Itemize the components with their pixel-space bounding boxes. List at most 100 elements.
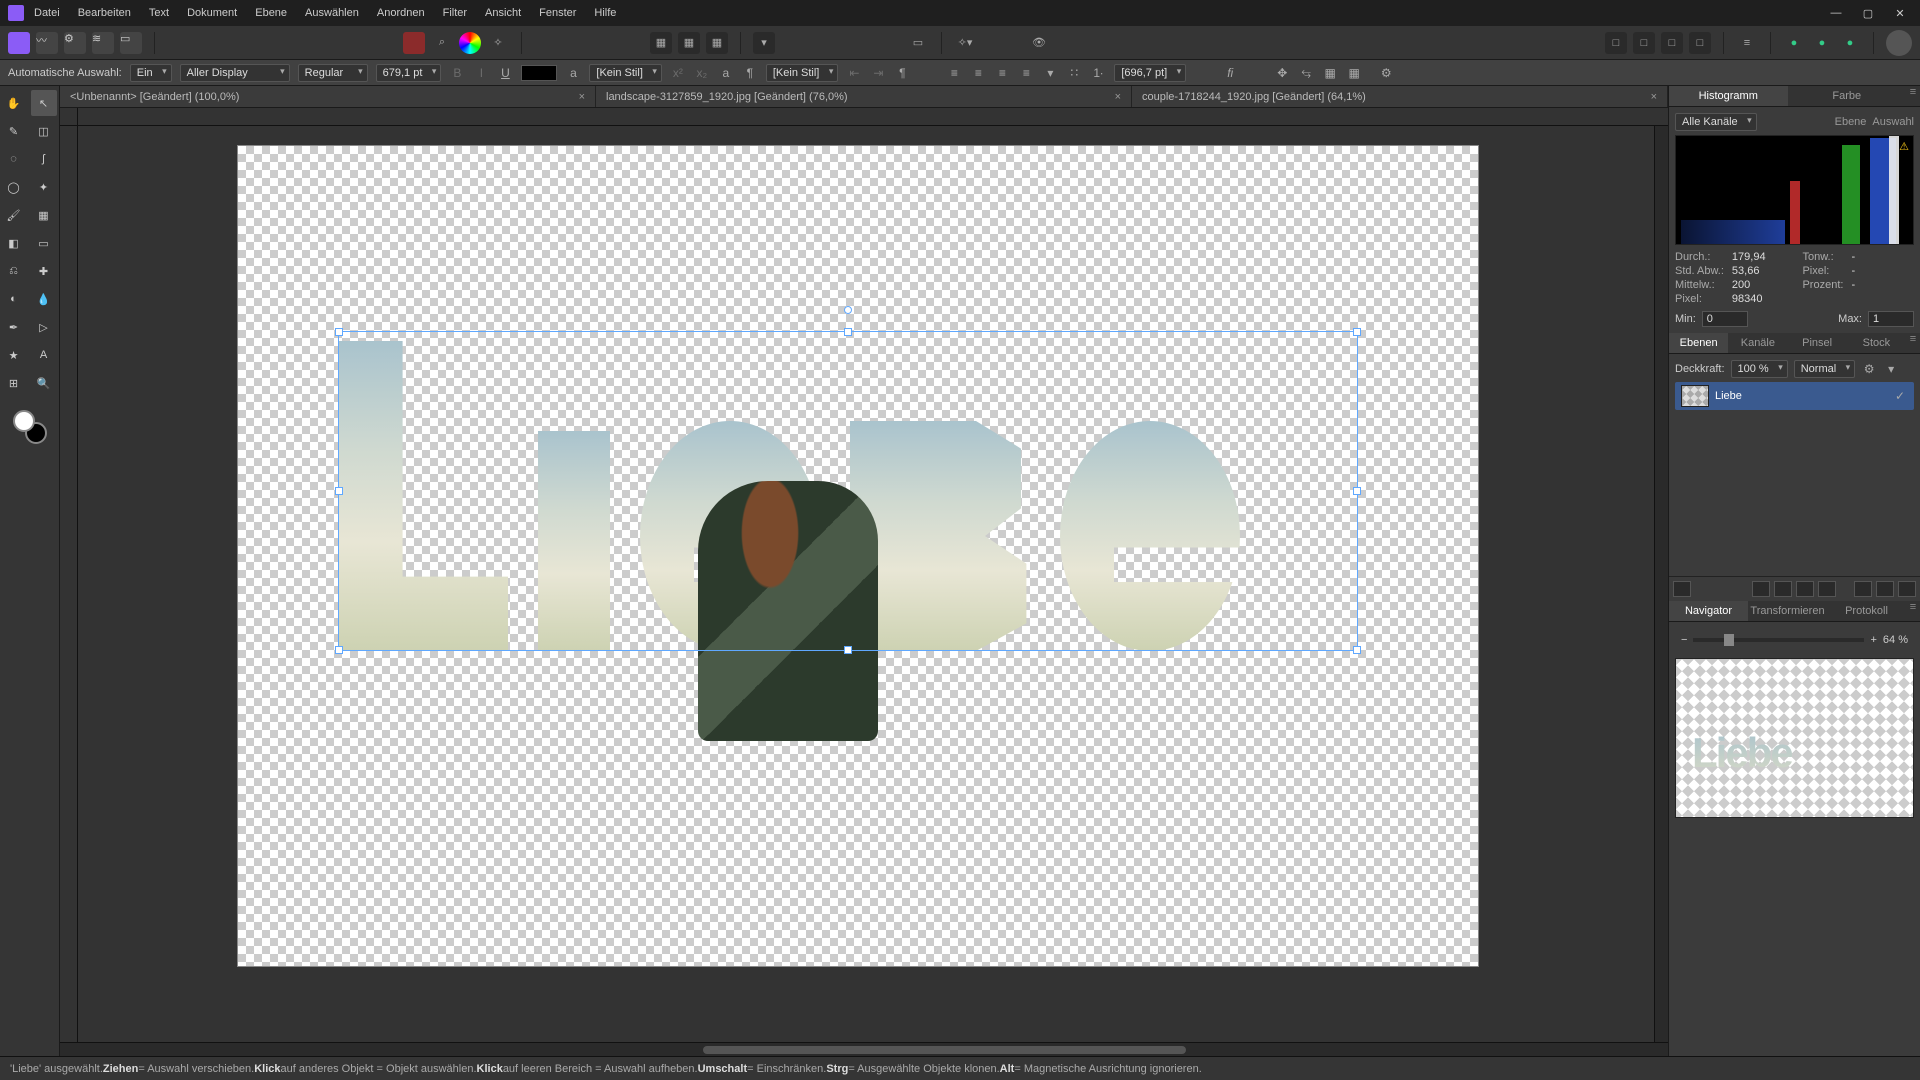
lock-icon[interactable]: ⥃ — [1298, 65, 1314, 81]
handle-se[interactable] — [1353, 646, 1361, 654]
channel-dropdown[interactable]: Alle Kanäle — [1675, 113, 1757, 131]
sync3-icon[interactable]: ● — [1839, 32, 1861, 54]
wand-icon[interactable]: ✧ — [487, 32, 509, 54]
tab-histogramm[interactable]: Histogramm — [1669, 86, 1788, 106]
color-wheel-icon[interactable] — [459, 32, 481, 54]
eyedropper-icon[interactable]: ⌕ — [431, 32, 453, 54]
font-weight-dropdown[interactable]: Regular — [298, 64, 368, 82]
font-size-field[interactable]: 679,1 pt — [376, 64, 442, 82]
lt-search-icon[interactable] — [1673, 581, 1691, 597]
indent-l-icon[interactable]: ⇤ — [846, 65, 862, 81]
swatch-icon[interactable] — [403, 32, 425, 54]
account-avatar[interactable] — [1886, 30, 1912, 56]
settings-icon[interactable]: ⚙ — [1378, 65, 1394, 81]
tab-0[interactable]: <Unbenannt> [Geändert] (100,0%)× — [60, 86, 596, 107]
list-bullet-icon[interactable]: ∷ — [1066, 65, 1082, 81]
lt-mask-icon[interactable] — [1752, 581, 1770, 597]
arrange-dropdown-icon[interactable]: ▾ — [753, 32, 775, 54]
lasso-tool-icon[interactable]: ʃ — [31, 146, 57, 172]
shape-tool-icon[interactable]: ★ — [1, 342, 27, 368]
menu-ansicht[interactable]: Ansicht — [485, 7, 521, 19]
eraser-tool-icon[interactable]: ▭ — [31, 230, 57, 256]
lt-group-icon[interactable] — [1854, 581, 1872, 597]
persona-develop-icon[interactable]: ⚙ — [64, 32, 86, 54]
menu-filter[interactable]: Filter — [443, 7, 467, 19]
font-family-dropdown[interactable]: Aller Display — [180, 64, 290, 82]
node-tool-icon[interactable]: ▷ — [31, 314, 57, 340]
minimize-button[interactable]: — — [1824, 4, 1848, 22]
sync2-icon[interactable]: ● — [1811, 32, 1833, 54]
max-field[interactable] — [1868, 311, 1914, 327]
align-center-icon[interactable]: ≡ — [970, 65, 986, 81]
assist-dropdown-icon[interactable]: ✧▾ — [954, 32, 976, 54]
handle-nw[interactable] — [335, 328, 343, 336]
menu-hilfe[interactable]: Hilfe — [594, 7, 616, 19]
tab-2[interactable]: couple-1718244_1920.jpg [Geändert] (64,1… — [1132, 86, 1668, 107]
pen-tool-icon[interactable]: ✒ — [1, 314, 27, 340]
list-number-icon[interactable]: 1∙ — [1090, 65, 1106, 81]
crop-tool-icon[interactable]: ◫ — [31, 118, 57, 144]
menu-text[interactable]: Text — [149, 7, 169, 19]
underline-icon[interactable]: U — [497, 65, 513, 81]
handle-s[interactable] — [844, 646, 852, 654]
persona-photo-icon[interactable] — [8, 32, 30, 54]
preview-icon[interactable]: 👁 — [1028, 32, 1050, 54]
zoom-thumb[interactable] — [1724, 634, 1734, 646]
tab-2-close-icon[interactable]: × — [1651, 91, 1657, 103]
color-wells[interactable] — [13, 410, 47, 444]
align-icon[interactable]: ≡ — [1736, 32, 1758, 54]
sync1-icon[interactable]: ● — [1783, 32, 1805, 54]
tab-1-close-icon[interactable]: × — [1115, 91, 1121, 103]
menu-anordnen[interactable]: Anordnen — [377, 7, 425, 19]
align-more-icon[interactable]: ▾ — [1042, 65, 1058, 81]
cloud2-icon[interactable]: □ — [1633, 32, 1655, 54]
scrollbar-vertical[interactable] — [1654, 126, 1668, 1042]
menu-dokument[interactable]: Dokument — [187, 7, 237, 19]
lt-add-icon[interactable] — [1876, 581, 1894, 597]
nav-menu-icon[interactable]: ≡ — [1906, 601, 1920, 621]
ruler-horizontal[interactable] — [78, 108, 1668, 126]
pilcrow-icon[interactable]: ¶ — [894, 65, 910, 81]
tab-navigator[interactable]: Navigator — [1669, 601, 1748, 621]
maximize-button[interactable]: ▢ — [1856, 4, 1880, 22]
ruler-vertical[interactable] — [60, 126, 78, 1042]
menu-fenster[interactable]: Fenster — [539, 7, 576, 19]
menu-datei[interactable]: Datei — [34, 7, 60, 19]
gradient-tool-icon[interactable]: ◧ — [1, 230, 27, 256]
zoom-value[interactable]: 64 % — [1883, 634, 1908, 646]
transform-icon[interactable]: ✥ — [1274, 65, 1290, 81]
layers-menu-icon[interactable]: ≡ — [1906, 333, 1920, 353]
min-field[interactable] — [1702, 311, 1748, 327]
tab-0-close-icon[interactable]: × — [579, 91, 585, 103]
mode-ebene[interactable]: Ebene — [1835, 116, 1867, 128]
sup-icon[interactable]: x² — [670, 65, 686, 81]
bold-icon[interactable]: B — [449, 65, 465, 81]
cloud4-icon[interactable]: □ — [1689, 32, 1711, 54]
tab-transformieren[interactable]: Transformieren — [1748, 601, 1827, 621]
blend-dropdown[interactable]: Normal — [1794, 360, 1855, 378]
layer-visible-icon[interactable]: ✓ — [1892, 388, 1908, 404]
mesh-tool-icon[interactable]: ⊞ — [1, 370, 27, 396]
lt-fx-icon[interactable] — [1796, 581, 1814, 597]
scroll-thumb[interactable] — [703, 1046, 1185, 1054]
heal-tool-icon[interactable]: ✚ — [31, 258, 57, 284]
rotate-handle[interactable] — [844, 306, 852, 314]
persona-tone-icon[interactable]: ≋ — [92, 32, 114, 54]
menu-ebene[interactable]: Ebene — [255, 7, 287, 19]
cloud1-icon[interactable]: □ — [1605, 32, 1627, 54]
hand-tool-icon[interactable]: ✋ — [1, 90, 27, 116]
tab-stock[interactable]: Stock — [1847, 333, 1906, 353]
autoselect-dropdown[interactable]: Ein — [130, 64, 172, 82]
indent-r-icon[interactable]: ⇥ — [870, 65, 886, 81]
sub-icon[interactable]: x₂ — [694, 65, 710, 81]
zoom-slider[interactable] — [1693, 638, 1864, 642]
text-color-swatch[interactable] — [521, 65, 557, 81]
italic-icon[interactable]: I — [473, 65, 489, 81]
para-style-dropdown[interactable]: [Kein Stil] — [766, 64, 838, 82]
text-tool-icon[interactable]: A — [31, 342, 57, 368]
ligature-icon[interactable]: fi — [1222, 65, 1238, 81]
lt-delete-icon[interactable] — [1898, 581, 1916, 597]
clone-tool-icon[interactable]: ⎌ — [1, 258, 27, 284]
align-left-icon[interactable]: ≡ — [946, 65, 962, 81]
grid3-icon[interactable]: ▦ — [706, 32, 728, 54]
